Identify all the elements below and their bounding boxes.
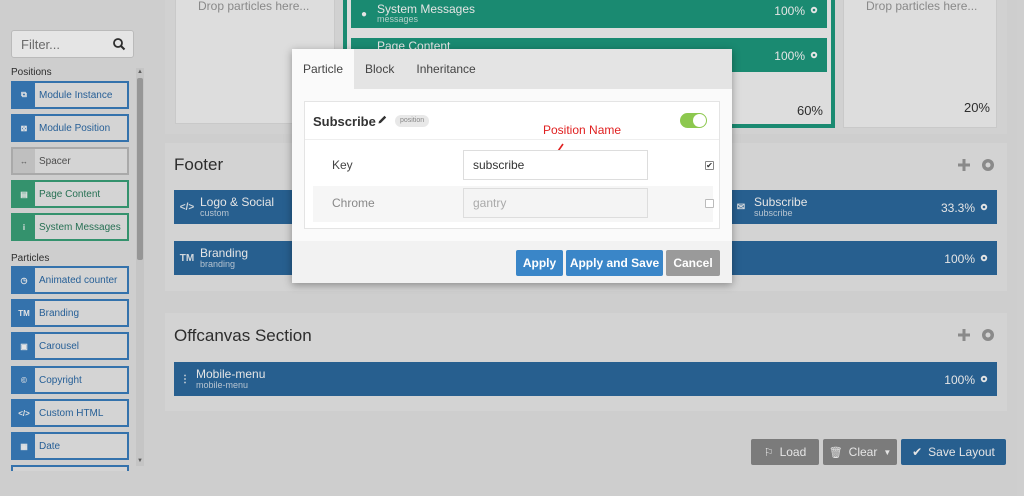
tab-particle[interactable]: Particle	[292, 49, 355, 89]
key-input[interactable]	[463, 150, 648, 180]
key-override-checkbox[interactable]: ✔	[705, 161, 714, 170]
modal-tabs: Particle Block Inheritance	[292, 49, 732, 89]
chrome-label: Chrome	[332, 196, 375, 210]
annotation-label: Position Name	[543, 123, 622, 137]
apply-button[interactable]: Apply	[516, 250, 563, 276]
chrome-override-checkbox[interactable]	[705, 199, 714, 208]
particle-card: Subscribe position Position Name Key ✔ C…	[304, 101, 720, 229]
enabled-toggle[interactable]	[680, 113, 707, 128]
tab-inheritance[interactable]: Inheritance	[405, 49, 486, 89]
tab-block[interactable]: Block	[354, 49, 405, 89]
chrome-row: Chrome	[313, 186, 714, 222]
particle-settings-modal: Particle Block Inheritance Subscribe pos…	[292, 49, 732, 283]
key-label: Key	[332, 158, 353, 172]
modal-footer: Apply Apply and Save Cancel	[292, 241, 732, 283]
key-row: Key ✔	[313, 148, 714, 184]
particle-title[interactable]: Subscribe	[313, 114, 376, 129]
divider	[305, 139, 719, 140]
apply-and-save-button[interactable]: Apply and Save	[566, 250, 663, 276]
cancel-button[interactable]: Cancel	[666, 250, 720, 276]
type-badge: position	[395, 115, 430, 127]
chrome-input[interactable]	[463, 188, 648, 218]
pencil-icon[interactable]	[377, 114, 388, 125]
